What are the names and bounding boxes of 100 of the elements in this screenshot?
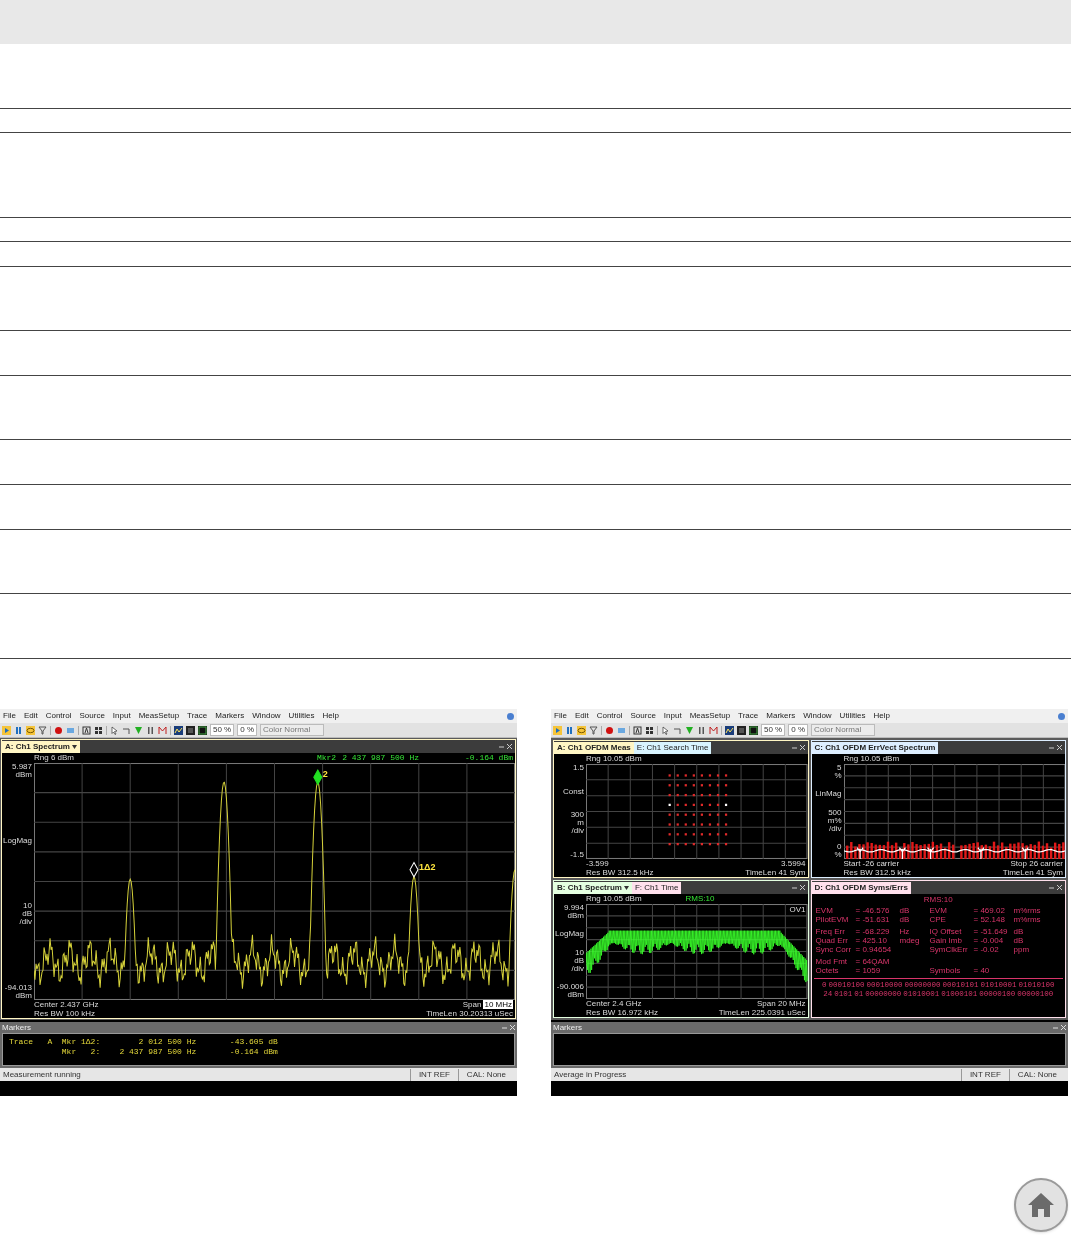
plot-info-label: Span 20 MHz: [757, 999, 806, 1008]
pointer-icon[interactable]: [110, 725, 119, 735]
axis-label: LogMag: [3, 836, 32, 845]
peak-marker-icon[interactable]: [158, 725, 167, 735]
bar-pair-icon[interactable]: [146, 725, 155, 735]
metric-label: Freq Err: [815, 927, 846, 936]
pane-tab[interactable]: D: Ch1 OFDM Syms/Errs: [811, 882, 911, 894]
pane-tab[interactable]: A: Ch1 Spectrum: [2, 741, 80, 753]
metric-label: Quad Err: [815, 936, 849, 945]
menu-item[interactable]: File: [554, 710, 567, 722]
menu-item[interactable]: Edit: [23, 710, 38, 722]
axis-label: %: [834, 851, 842, 859]
minimize-icon[interactable]: [791, 745, 797, 750]
pane-tab[interactable]: F: Ch1 Time: [631, 882, 682, 894]
minimize-icon[interactable]: [1049, 885, 1054, 890]
close-icon[interactable]: [799, 745, 805, 750]
metric-unit: mdeg: [899, 936, 921, 945]
menu-item[interactable]: Window: [252, 710, 281, 722]
menu-item[interactable]: Markers: [766, 710, 796, 722]
menu-item[interactable]: Markers: [215, 710, 245, 722]
offset-field[interactable]: 0 %: [237, 724, 258, 736]
pointer-icon[interactable]: [661, 725, 670, 735]
close-icon[interactable]: [1057, 745, 1062, 750]
close-icon[interactable]: [510, 1025, 515, 1030]
text-box-icon[interactable]: [633, 725, 642, 735]
close-icon[interactable]: [1061, 1025, 1066, 1030]
grid-icon[interactable]: [645, 725, 654, 735]
monitor-icon[interactable]: [198, 725, 207, 735]
loop-icon[interactable]: [26, 725, 35, 735]
pane-tab[interactable]: C: Ch1 OFDM ErrVect Spectrum: [811, 742, 939, 754]
close-icon[interactable]: [1057, 885, 1062, 890]
loop-icon[interactable]: [577, 725, 586, 735]
menu-item[interactable]: Trace: [187, 710, 208, 722]
color-mode-dropdown[interactable]: Color Normal: [260, 724, 325, 736]
monitor-icon[interactable]: [749, 725, 758, 735]
offset-field[interactable]: 0 %: [788, 724, 809, 736]
menu-item[interactable]: Control: [45, 710, 72, 722]
axis-label: /div: [571, 964, 584, 973]
metric-value: = 52.148: [973, 915, 1006, 924]
menu-item[interactable]: Utilities: [288, 710, 315, 722]
marker-triangle-icon[interactable]: [685, 725, 694, 735]
menu-item[interactable]: Help: [873, 710, 890, 722]
pane-tab[interactable]: B: Ch1 Spectrum: [554, 882, 632, 894]
help-icon[interactable]: [1058, 712, 1065, 720]
pane-tab[interactable]: E: Ch1 Search Time: [633, 742, 712, 754]
menu-item[interactable]: Control: [596, 710, 623, 722]
menu-item[interactable]: Utilities: [839, 710, 866, 722]
peak-marker-icon[interactable]: [709, 725, 718, 735]
pause-icon[interactable]: [14, 725, 23, 735]
menu-item[interactable]: Window: [803, 710, 832, 722]
menu-item[interactable]: Help: [322, 710, 339, 722]
color-mode-dropdown[interactable]: Color Normal: [811, 724, 876, 736]
zoom-field[interactable]: 50 %: [761, 724, 786, 736]
metric-label: EVM: [815, 906, 834, 915]
menu-item[interactable]: Trace: [738, 710, 759, 722]
menu-item[interactable]: Source: [79, 710, 105, 722]
funnel-icon[interactable]: [589, 725, 598, 735]
marker-triangle-icon[interactable]: [134, 725, 143, 735]
axis-label: 10: [575, 948, 584, 957]
record-icon[interactable]: [54, 725, 63, 735]
axis-label: 5: [837, 764, 842, 772]
caret-down-icon[interactable]: [71, 745, 77, 749]
metric-unit: ppm: [1013, 945, 1031, 954]
play-icon[interactable]: [553, 725, 562, 735]
menu-item[interactable]: File: [3, 710, 16, 722]
marker-line: Mkr 2: 2 437 987 500 Hz -0.164 dBm: [60, 1047, 279, 1057]
zoom-field[interactable]: 50 %: [210, 724, 235, 736]
plot-info-label: 10 MHz: [483, 1000, 513, 1009]
grid-icon[interactable]: [94, 725, 103, 735]
display-icon[interactable]: [737, 725, 746, 735]
metric-value: = -68.229: [855, 927, 891, 936]
plot-info-label: Center 2.4 GHz: [586, 999, 642, 1008]
trace-view-icon[interactable]: [174, 725, 183, 735]
record-icon[interactable]: [605, 725, 614, 735]
menu-item[interactable]: Edit: [574, 710, 589, 722]
minimize-icon[interactable]: [499, 744, 504, 749]
menu-item[interactable]: Input: [663, 710, 682, 722]
pane-tab[interactable]: A: Ch1 OFDM Meas: [554, 742, 634, 754]
plot-info-label: -3.599: [586, 859, 609, 868]
display-icon[interactable]: [186, 725, 195, 735]
reference-level-label: Rng 10.05 dBm: [586, 894, 642, 904]
minimize-icon[interactable]: [791, 885, 797, 890]
menu-item[interactable]: Input: [112, 710, 131, 722]
menu-item[interactable]: MeasSetup: [138, 710, 180, 722]
close-icon[interactable]: [799, 885, 805, 890]
funnel-icon[interactable]: [38, 725, 47, 735]
trace-view-icon[interactable]: [725, 725, 734, 735]
bar-pair-icon[interactable]: [697, 725, 706, 735]
minimize-icon[interactable]: [1049, 745, 1054, 750]
axis-label: dBm: [15, 771, 32, 779]
help-icon[interactable]: [507, 712, 514, 720]
menu-item[interactable]: Source: [630, 710, 656, 722]
play-icon[interactable]: [2, 725, 11, 735]
text-box-icon[interactable]: [82, 725, 91, 735]
pause-icon[interactable]: [565, 725, 574, 735]
caret-down-icon[interactable]: [623, 886, 629, 890]
close-icon[interactable]: [507, 744, 512, 749]
home-button[interactable]: [1014, 1178, 1068, 1232]
plot-info-label: TimeLen 41 Sym: [1002, 868, 1063, 877]
menu-item[interactable]: MeasSetup: [689, 710, 731, 722]
